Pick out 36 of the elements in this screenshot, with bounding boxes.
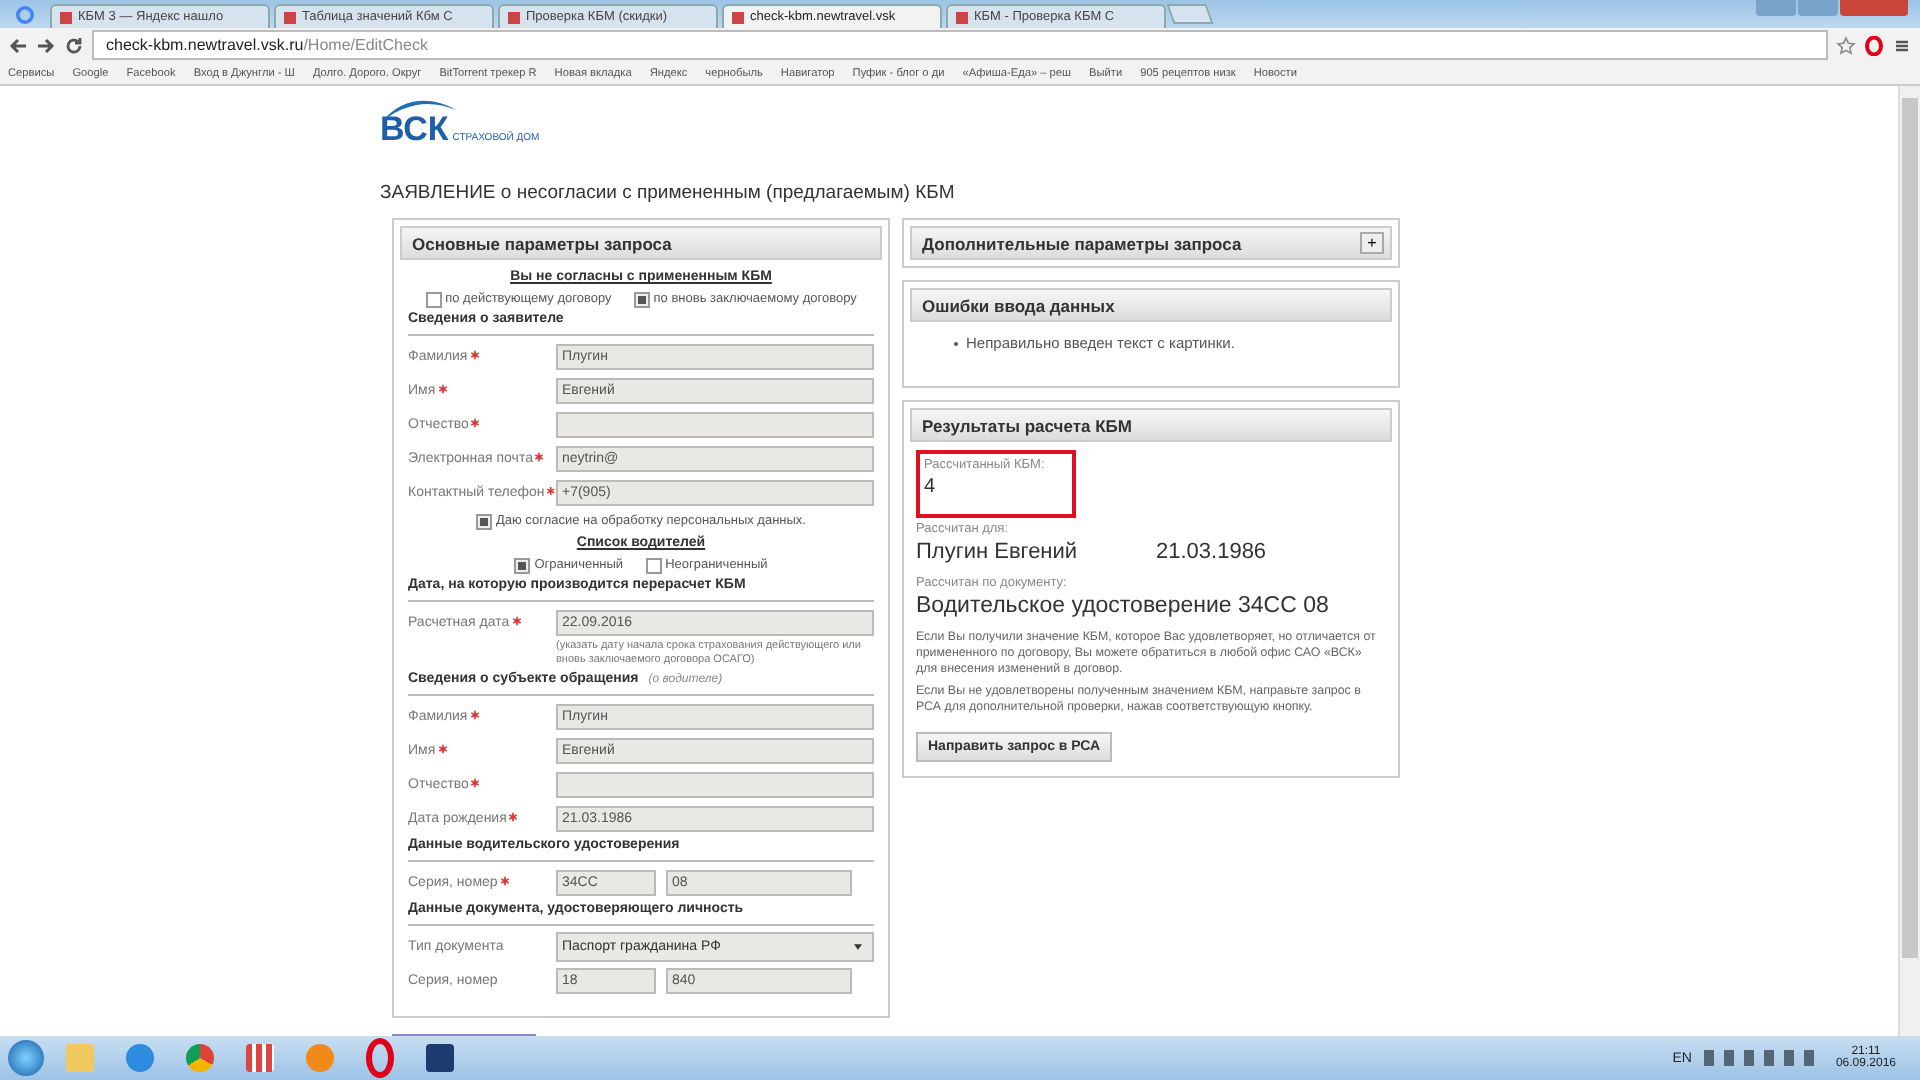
panel-header: Ошибки ввода данных xyxy=(910,288,1392,322)
checkbox[interactable] xyxy=(514,557,531,573)
document-name: Водительское удостоверение 34CC 08 xyxy=(916,594,1331,618)
input-field[interactable] xyxy=(556,772,874,799)
birth-date: 21.03.1986 xyxy=(1156,540,1267,564)
kbm-value: 4 xyxy=(924,476,938,498)
google-tab-icon[interactable] xyxy=(16,6,34,24)
back-icon[interactable] xyxy=(8,35,28,55)
ps-app-icon[interactable] xyxy=(426,1044,454,1072)
checkbox[interactable] xyxy=(645,557,662,573)
panel-header: Результаты расчета КБМ xyxy=(910,408,1392,442)
panel-header: Основные параметры запроса xyxy=(400,226,882,260)
expand-button[interactable]: + xyxy=(1360,232,1384,254)
round-browser-icon[interactable] xyxy=(186,1044,214,1072)
input-field[interactable] xyxy=(556,412,874,438)
logo-mark: ВСК xyxy=(380,112,449,146)
caret-icon xyxy=(854,944,862,951)
new-tab-button[interactable] xyxy=(1166,4,1214,24)
menu-icon[interactable] xyxy=(1892,35,1912,55)
browser-e-icon[interactable] xyxy=(126,1044,154,1072)
scrollbar[interactable] xyxy=(1898,86,1920,1036)
checkbox[interactable] xyxy=(633,291,650,307)
page-title: ЗАЯВЛЕНИЕ о несогласии с примененным (предлагаемым) КБМ xyxy=(380,182,957,204)
start-button[interactable] xyxy=(8,1040,44,1076)
person-name: Плугин Евгений xyxy=(916,540,1080,564)
checkbox[interactable] xyxy=(475,513,492,529)
opera-icon[interactable] xyxy=(366,1038,394,1078)
address-bar[interactable]: check-kbm.newtravel.vsk.ru/Home/EditCheck xyxy=(92,30,1828,60)
panel-header-text: Дополнительные параметры запроса xyxy=(922,233,1242,253)
star-icon[interactable] xyxy=(1836,35,1856,55)
app-grid-icon[interactable] xyxy=(246,1044,274,1072)
reload-icon[interactable] xyxy=(64,35,84,55)
ball-icon[interactable] xyxy=(306,1044,334,1072)
opera-icon[interactable] xyxy=(1864,35,1884,55)
checkbox[interactable] xyxy=(425,291,442,307)
forward-icon[interactable] xyxy=(36,35,56,55)
